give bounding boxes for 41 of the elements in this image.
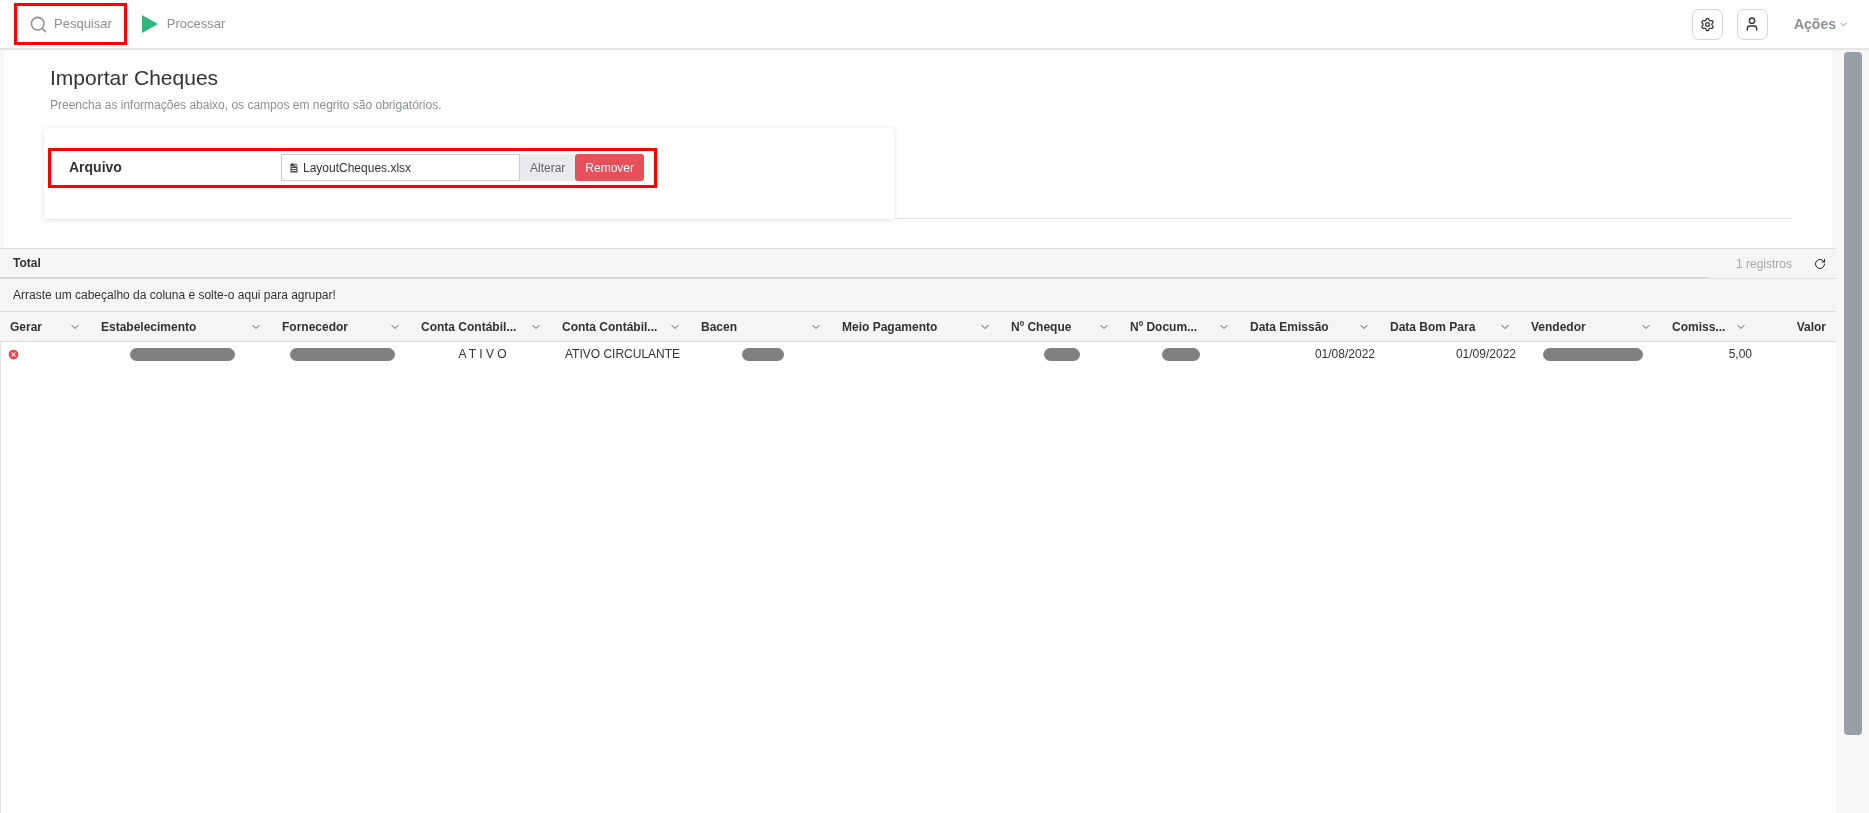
column-header[interactable]: Data Emissão xyxy=(1250,317,1329,336)
column-header[interactable]: Gerar xyxy=(10,317,43,336)
search-icon xyxy=(29,14,48,34)
user-button[interactable] xyxy=(1736,8,1768,40)
settings-icon xyxy=(1699,16,1715,32)
column-header[interactable]: Bacen xyxy=(701,317,738,336)
scrollbar-thumb[interactable] xyxy=(1843,52,1862,735)
play-icon xyxy=(140,14,159,34)
column-header[interactable]: Comiss... xyxy=(1672,317,1726,336)
group-hint: Arraste um cabeçalho da coluna e solte-o aqui para agrupar! xyxy=(13,287,336,304)
redacted-mark xyxy=(1162,347,1200,361)
column-header[interactable]: Estabelecimento xyxy=(101,317,197,336)
column-header[interactable]: Vendedor xyxy=(1531,317,1586,336)
file-name: LayoutCheques.xlsx xyxy=(303,159,412,177)
file-label: Arquivo xyxy=(69,158,123,177)
error-icon xyxy=(7,347,20,361)
table-cell-text: 01/08/2022 xyxy=(1314,346,1375,363)
column-header[interactable]: Nº Docum... xyxy=(1130,317,1198,336)
remove-button[interactable]: Remover xyxy=(575,154,645,181)
record-count: 1 registros xyxy=(1735,255,1792,273)
column-header[interactable]: Conta Contábil... xyxy=(421,317,517,336)
column-header[interactable]: Valor xyxy=(1796,317,1826,336)
redacted-mark xyxy=(741,347,784,361)
table-cell-text: A T I V O xyxy=(458,346,507,363)
refresh-icon[interactable] xyxy=(1814,257,1826,270)
column-header[interactable]: Meio Pagamento xyxy=(842,317,938,336)
settings-button[interactable] xyxy=(1691,8,1723,40)
page-title: Importar Cheques xyxy=(50,65,220,91)
redacted-mark xyxy=(1043,347,1080,361)
table-cell-text: 5,00 xyxy=(1728,346,1752,363)
column-header[interactable]: Conta Contábil... xyxy=(562,317,658,336)
total-label: Total xyxy=(13,255,41,272)
change-button[interactable]: Alterar xyxy=(520,154,576,181)
column-header[interactable]: Data Bom Para xyxy=(1390,317,1476,336)
page-subtitle: Preencha as informações abaixo, os campos em negrito são obrigatórios. xyxy=(50,96,443,114)
file-field[interactable]: LayoutCheques.xlsx xyxy=(281,154,520,181)
column-header[interactable]: Nº Cheque xyxy=(1011,317,1072,336)
column-header[interactable]: Fornecedor xyxy=(282,317,348,336)
table-cell-text: ATIVO CIRCULANTE xyxy=(564,346,681,363)
table-cell-text: 01/09/2022 xyxy=(1455,346,1516,363)
file-icon xyxy=(288,161,300,174)
